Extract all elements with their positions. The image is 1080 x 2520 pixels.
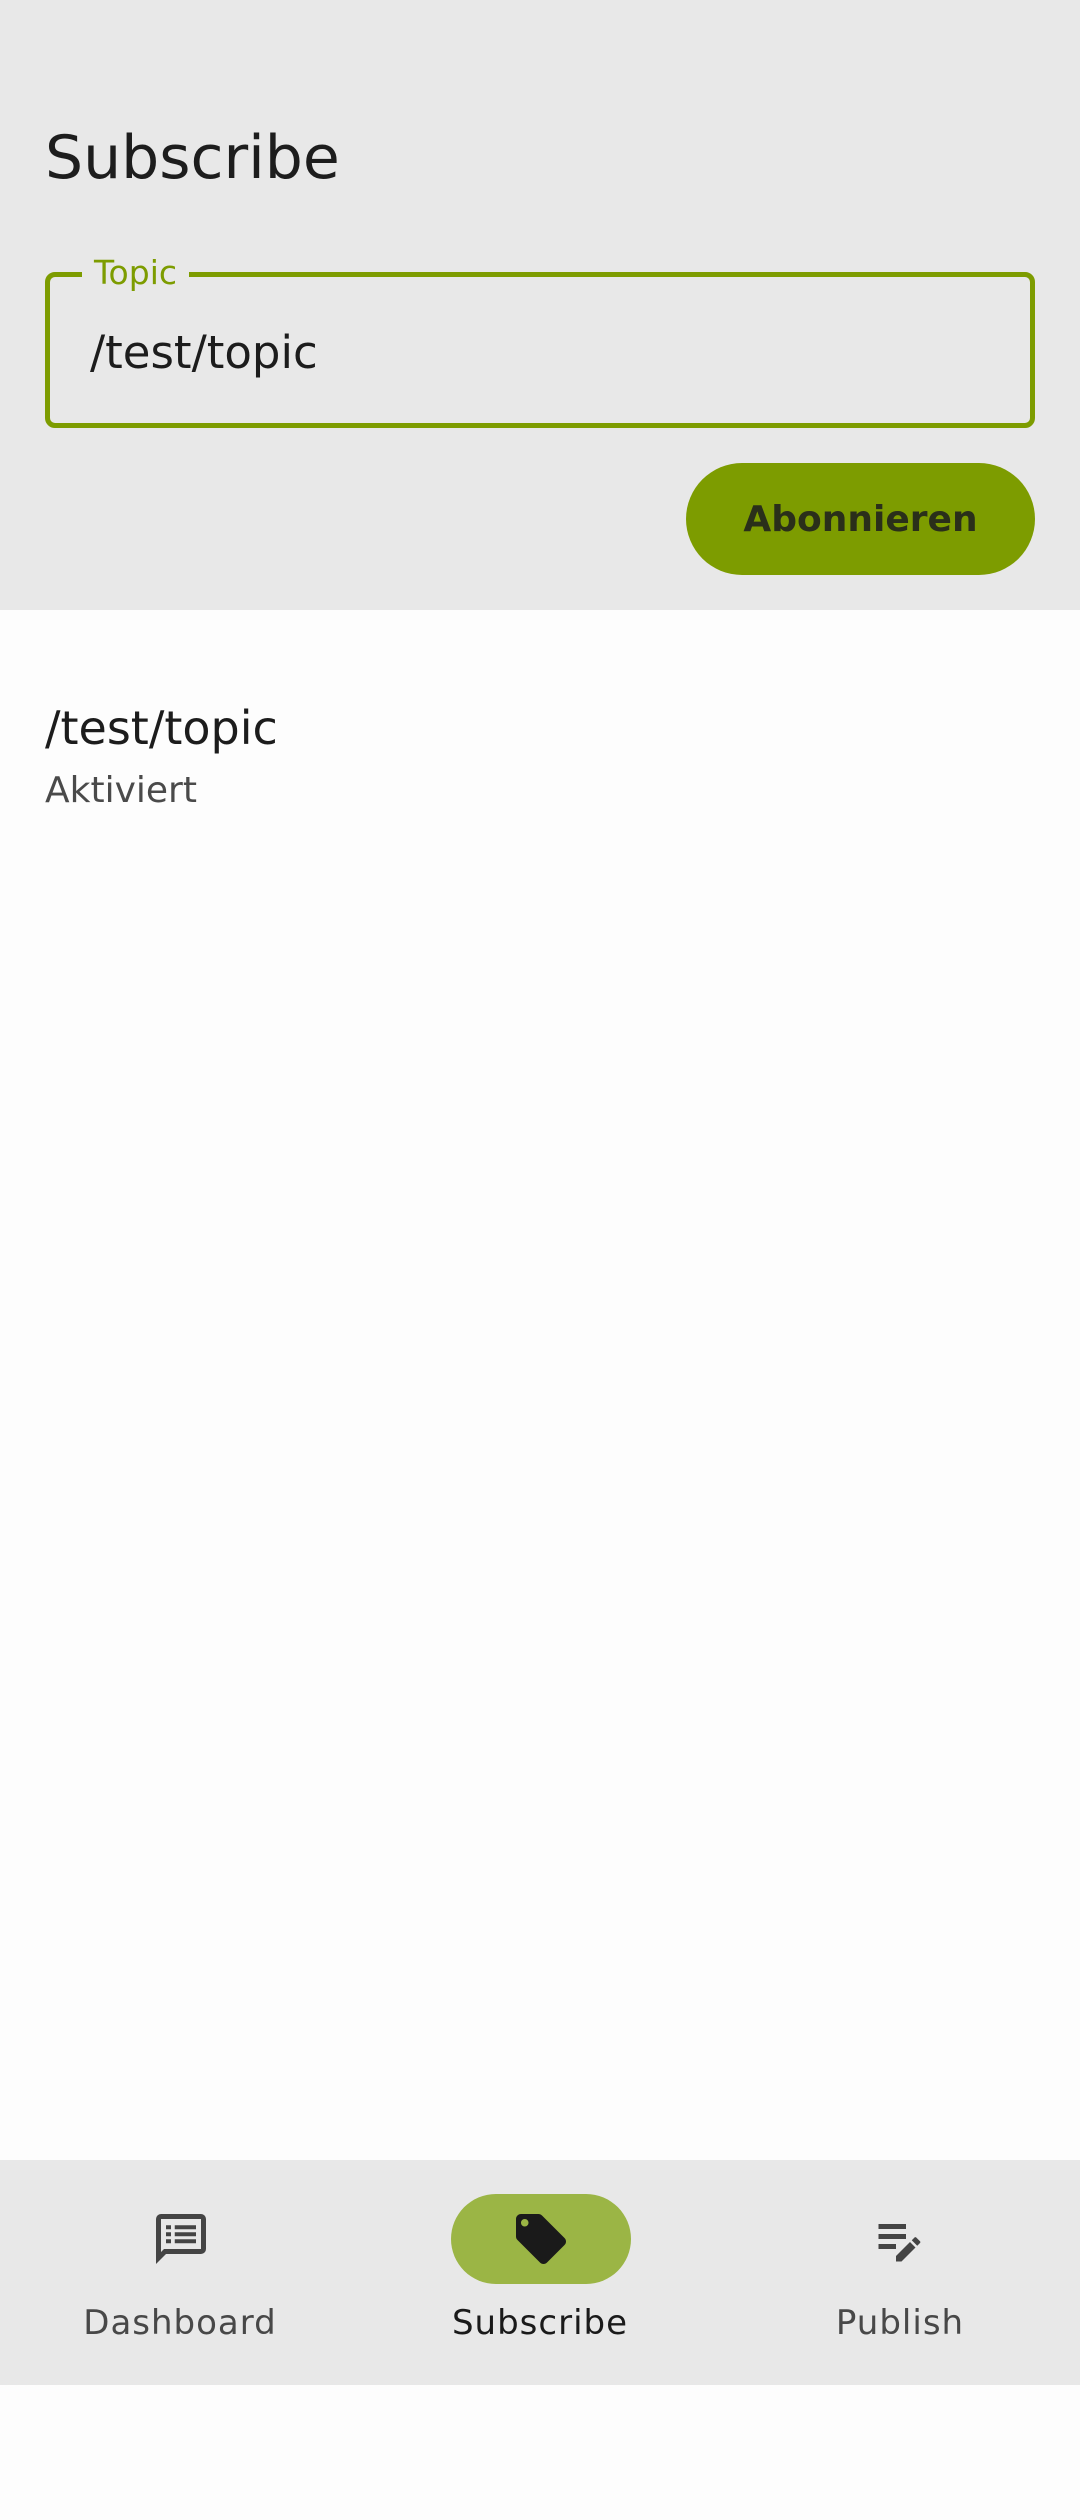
subscription-list: /test/topic Aktiviert: [0, 610, 1080, 830]
nav-label-publish: Publish: [835, 2303, 965, 2343]
topic-input[interactable]: [90, 317, 990, 387]
topic-field-label: Topic: [82, 249, 189, 297]
nav-item-publish[interactable]: Publish: [720, 2160, 1080, 2385]
nav-label-subscribe: Subscribe: [451, 2303, 629, 2343]
subscribe-panel: Subscribe Topic Abonnieren: [0, 0, 1080, 610]
nav-pill-subscribe: [451, 2194, 631, 2284]
message-list-icon: [156, 2214, 206, 2264]
nav-pill-dashboard: [91, 2194, 271, 2284]
nav-item-dashboard[interactable]: Dashboard: [0, 2160, 360, 2385]
page-title: Subscribe: [45, 123, 340, 193]
edit-list-icon: [878, 2224, 921, 2262]
tag-icon: [516, 2214, 566, 2264]
nav-label-dashboard: Dashboard: [83, 2303, 277, 2343]
nav-pill-publish: [811, 2194, 991, 2284]
subscription-status: Aktiviert: [45, 770, 197, 811]
topic-field[interactable]: Topic: [45, 249, 1035, 428]
bottom-navigation: Dashboard Subscribe Publish: [0, 2160, 1080, 2385]
subscribe-button[interactable]: Abonnieren: [686, 463, 1035, 575]
subscription-topic: /test/topic: [45, 701, 278, 755]
nav-item-subscribe[interactable]: Subscribe: [360, 2160, 720, 2385]
list-item[interactable]: /test/topic Aktiviert: [0, 610, 1080, 830]
